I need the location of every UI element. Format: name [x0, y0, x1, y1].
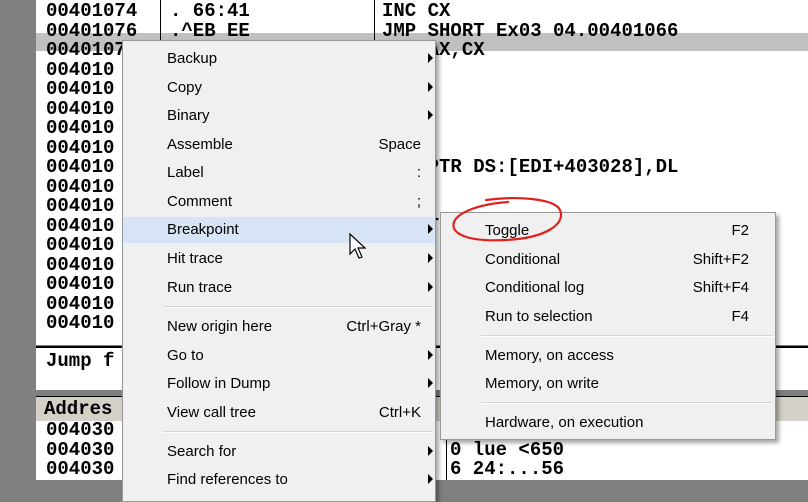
- submenu-item-label: Toggle: [485, 222, 530, 239]
- submenu-item-label: Run to selection: [485, 308, 593, 325]
- submenu-arrow-icon: [428, 82, 433, 92]
- menu-item-label: Binary: [167, 107, 210, 124]
- menu-item-backup[interactable]: Backup: [123, 46, 435, 72]
- disasm-addr: 004010: [46, 78, 115, 100]
- submenu-item-label: Conditional: [485, 251, 561, 268]
- submenu-item-toggle[interactable]: Toggle F2: [441, 218, 775, 244]
- menu-item-label: Breakpoint: [167, 221, 239, 238]
- submenu-item-memory-on-access[interactable]: Memory, on access: [441, 343, 775, 369]
- disasm-addr: 004010: [46, 117, 115, 139]
- menu-item-label: Label: [167, 164, 204, 181]
- menu-item-breakpoint[interactable]: Breakpoint: [123, 217, 435, 243]
- dump-address: 004030: [46, 419, 115, 441]
- menu-item-label: Follow in Dump: [167, 375, 271, 392]
- menu-item-find-references-to[interactable]: Find references to: [123, 467, 435, 493]
- disasm-addr: 004010: [46, 195, 115, 217]
- disasm-hex: . 66:41: [170, 0, 250, 22]
- submenu-item-conditional-log[interactable]: Conditional log Shift+F4: [441, 275, 775, 301]
- submenu-item-shortcut: F4: [731, 308, 749, 325]
- menu-item-label: Search for: [167, 443, 237, 460]
- submenu-item-conditional[interactable]: Conditional Shift+F2: [441, 247, 775, 273]
- menu-item-shortcut: Ctrl+Gray *: [346, 318, 421, 335]
- submenu-arrow-icon: [428, 446, 433, 456]
- menu-item-label: Go to: [167, 347, 204, 364]
- menu-item-label: Comment: [167, 193, 233, 210]
- menu-item-follow-in-dump[interactable]: Follow in Dump: [123, 371, 435, 397]
- menu-item-label: Run trace: [167, 279, 233, 296]
- submenu-arrow-icon: [428, 53, 433, 63]
- menu-separator: [163, 431, 433, 433]
- menu-item-binary[interactable]: Binary: [123, 103, 435, 129]
- submenu-item-shortcut: Shift+F4: [692, 279, 749, 296]
- menu-item-shortcut: Ctrl+K: [378, 404, 421, 421]
- context-menu: Backup Copy Binary Assemble Space Label: Comme…: [122, 40, 436, 502]
- menu-item-label: Backup: [167, 50, 218, 67]
- submenu-arrow-icon: [428, 378, 433, 388]
- menu-item-run-trace[interactable]: Run trace: [123, 275, 435, 301]
- menu-item-label: New origin here: [167, 318, 273, 335]
- menu-separator: [163, 306, 433, 308]
- submenu-arrow-icon: [428, 224, 433, 234]
- submenu-item-label: Memory, on access: [485, 347, 614, 364]
- dump-value: 6 24:...56: [450, 458, 565, 480]
- submenu-item-memory-on-write[interactable]: Memory, on write: [441, 371, 775, 397]
- breakpoint-submenu: Toggle F2 Conditional Shift+F2 Conditional l…: [440, 212, 776, 440]
- submenu-arrow-icon: [428, 474, 433, 484]
- submenu-item-label: Memory, on write: [485, 375, 599, 392]
- menu-item-comment[interactable]: Comment;: [123, 189, 435, 215]
- submenu-arrow-icon: [428, 350, 433, 360]
- menu-separator: [481, 335, 773, 337]
- menu-item-label: View call tree: [167, 404, 256, 421]
- disasm-addr: 004010: [46, 156, 115, 178]
- menu-item-label: Hit trace: [167, 250, 223, 267]
- menu-item-assemble[interactable]: Assemble Space: [123, 132, 435, 158]
- submenu-arrow-icon: [428, 110, 433, 120]
- submenu-item-label: Hardware, on execution: [485, 414, 644, 431]
- disasm-addr: 004010: [46, 273, 115, 295]
- menu-item-shortcut: ;: [416, 193, 421, 210]
- menu-item-go-to[interactable]: Go to: [123, 343, 435, 369]
- menu-item-new-origin-here[interactable]: New origin here Ctrl+Gray *: [123, 314, 435, 340]
- menu-item-label[interactable]: Label:: [123, 160, 435, 186]
- submenu-arrow-icon: [428, 282, 433, 292]
- menu-item-shortcut: Space: [378, 136, 421, 153]
- dump-address: 004030: [46, 458, 115, 480]
- dump-address-header: Addres: [44, 398, 113, 420]
- submenu-item-shortcut: F2: [731, 222, 749, 239]
- submenu-item-shortcut: Shift+F2: [692, 251, 749, 268]
- menu-item-shortcut: :: [416, 164, 421, 181]
- submenu-item-run-to-selection[interactable]: Run to selection F4: [441, 304, 775, 330]
- submenu-arrow-icon: [428, 253, 433, 263]
- menu-item-label: Assemble: [167, 136, 233, 153]
- disasm-addr: 00401074: [46, 0, 138, 22]
- disasm-instr: INC CX: [382, 0, 451, 22]
- info-text: Jump f: [46, 350, 115, 372]
- menu-item-label: Copy: [167, 79, 203, 96]
- menu-item-copy[interactable]: Copy: [123, 75, 435, 101]
- disasm-addr: 004010: [46, 312, 115, 334]
- menu-item-view-call-tree[interactable]: View call tree Ctrl+K: [123, 400, 435, 426]
- menu-item-search-for[interactable]: Search for: [123, 439, 435, 465]
- submenu-item-label: Conditional log: [485, 279, 585, 296]
- menu-separator: [481, 402, 773, 404]
- menu-item-hit-trace[interactable]: Hit trace: [123, 246, 435, 272]
- arrow-cursor-icon: [349, 232, 367, 259]
- submenu-item-hardware-on-execution[interactable]: Hardware, on execution: [441, 410, 775, 436]
- disasm-addr: 004010: [46, 234, 115, 256]
